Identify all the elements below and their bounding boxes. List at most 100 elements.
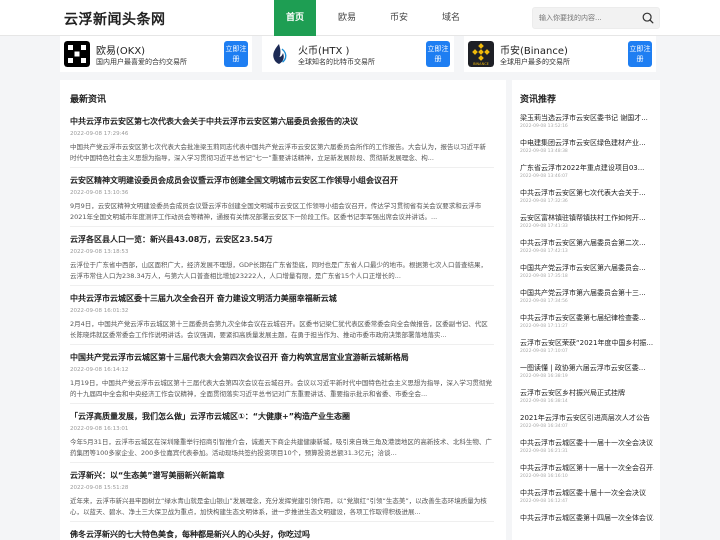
recommended-item: 中国共产党云浮市云安区第六届委员会... 2022-09-08 17:35:18 (520, 263, 654, 281)
search-icon[interactable] (641, 11, 655, 25)
recommended-item: 中共云浮市云城区委十一届十一次全会决议 2022-09-08 16:21:31 (520, 438, 654, 456)
divider (70, 462, 494, 463)
recommended-item: 梁玉莉当选云浮市云安区委书记 谢国才... 2022-09-08 13:52:1… (520, 113, 654, 131)
recommended-date: 2022-09-08 17:35:18 (520, 274, 568, 279)
recommended-item: 云浮市云安区乡村振兴局正式挂牌 2022-09-08 16:38:14 (520, 388, 654, 406)
divider (70, 344, 494, 345)
recommended-item: 中共云浮市云城区委第十四届一次全体会议... (520, 513, 654, 531)
article-summary: 近年来，云浮市新兴县牢固树立“绿水青山就是金山银山”发展理念，充分发挥党建引领作… (70, 497, 487, 516)
recommended-title[interactable]: 一图读懂 | 政协第六届云浮市云安区委... (520, 363, 654, 373)
nav-item-domain[interactable]: 域名 (430, 0, 472, 36)
article-title[interactable]: 中共云浮市云城区委十三届九次全会召开 奋力建设文明活力美丽幸福新云城 (70, 293, 492, 305)
recommended-date: 2022-09-08 17:34:56 (520, 299, 568, 304)
top-header: 云浮新闻头条网 首页 欧易 币安 域名 (0, 0, 720, 36)
recommended-date: 2022-09-08 17:41:33 (520, 224, 568, 229)
search-box (532, 7, 660, 29)
recommended-item: 中国共产党云浮市第六届委员会第十三... 2022-09-08 17:34:56 (520, 288, 654, 306)
article-summary: 2月4日，中国共产党云浮市云城区第十三届委员会第九次全体会议在云城召开。区委书记… (70, 320, 488, 339)
recommended-date: 2022-09-08 16:16:10 (520, 474, 568, 479)
recommended-title[interactable]: 云浮市云安区乡村振兴局正式挂牌 (520, 388, 654, 398)
recommended-date (520, 524, 654, 531)
article-title[interactable]: 云浮各区县人口一览：新兴县43.08万，云安区23.54万 (70, 234, 492, 246)
recommended-item: 中共云浮市云安区第六届委员会第二次... 2022-09-08 17:42:13 (520, 238, 654, 256)
article-summary: 中国共产党云浮市云安区第七次代表大会批准梁玉莉同志代表中国共产党云浮市云安区第六… (70, 143, 486, 162)
divider (70, 403, 494, 404)
exchange-name: 币安(Binance) (500, 46, 568, 57)
main-nav: 首页 欧易 币安 域名 (274, 0, 482, 36)
article-item: 云浮各区县人口一览：新兴县43.08万，云安区23.54万 2022-09-08… (70, 234, 492, 282)
recommended-title[interactable]: 中共云浮市云安区第七次代表大会关于... (520, 188, 654, 198)
recommended-date: 2022-09-08 17:11:27 (520, 324, 568, 329)
register-button[interactable]: 立即注册 (426, 41, 450, 67)
recommended-title[interactable]: 2021年云浮市云安区引进高层次人才公告 (520, 413, 654, 423)
article-date: 2022-09-08 15:51:28 (70, 485, 129, 491)
recommended-date: 2022-09-08 17:32:36 (520, 199, 568, 204)
recommended-date: 2022-09-08 16:38:14 (520, 399, 568, 404)
okx-logo-icon (64, 41, 90, 67)
site-logo[interactable]: 云浮新闻头条网 (64, 9, 166, 29)
recommended-title[interactable]: 中共云浮市云城区委十一届十一次全会决议 (520, 438, 654, 448)
exchange-desc: 国内用户最喜爱的合约交易所 (96, 58, 187, 66)
nav-item-binance[interactable]: 币安 (378, 0, 420, 36)
article-title[interactable]: 中国共产党云浮市云城区第十三届代表大会第四次会议召开 奋力构筑宜居宜业宜游新云城… (70, 352, 492, 364)
article-title[interactable]: 云安区精神文明建设委员会成员会议暨云浮市创建全国文明城市云安区工作领导小组会议召… (70, 175, 492, 187)
recommended-title[interactable]: 中共云浮市云城区委十届十一次全会决议 (520, 488, 654, 498)
divider (70, 521, 494, 522)
article-summary: 9月9日，云安区精神文明建设委员会成员会议暨云浮市创建全国文明城市云安区工作领导… (70, 202, 482, 221)
divider (70, 167, 494, 168)
article-title[interactable]: 中共云浮市云安区第七次代表大会关于中共云浮市云安区第六届委员会报告的决议 (70, 116, 492, 128)
article-title[interactable]: 云浮新兴：以“生态美”谱写美丽新兴新篇章 (70, 470, 492, 482)
article-summary: 今年5月31日，云浮市云城区在深圳隆重举行招商引智推介会，诚邀天下商企共建健康新… (70, 438, 492, 457)
recommended-item: 云浮市云安区荣获“2021年度中国乡村振... 2022-09-08 17:10… (520, 338, 654, 356)
recommended-item: 中共云浮市云城区委十届十一次全会决议 2022-09-08 16:12:47 (520, 488, 654, 506)
divider (70, 285, 494, 286)
recommended-title[interactable]: 广东省云浮市2022年重点建设项目03... (520, 163, 654, 173)
recommended-title[interactable]: 中共云浮市云城区委第十四届一次全体会议... (520, 513, 654, 523)
exchange-card-htx[interactable]: 火币(HTX ) 全球知名的比特币交易所 立即注册 (262, 36, 454, 72)
article-title[interactable]: 佛冬云浮新兴的七大特色美食，每种都是新兴人的心头好，你吃过吗 (70, 529, 492, 540)
recommended-panel: 资讯推荐 梁玉莉当选云浮市云安区委书记 谢国才... 2022-09-08 13… (512, 80, 660, 540)
nav-item-home[interactable]: 首页 (274, 0, 317, 36)
nav-item-okx[interactable]: 欧易 (326, 0, 368, 36)
article-date: 2022-09-08 17:29:46 (70, 131, 129, 137)
recommended-title[interactable]: 中国共产党云浮市云安区第六届委员会... (520, 263, 654, 273)
exchange-name: 欧易(OKX) (96, 46, 146, 57)
exchange-card-okx[interactable]: 欧易(OKX) 国内用户最喜爱的合约交易所 立即注册 (60, 36, 252, 72)
article-item: 中共云浮市云安区第七次代表大会关于中共云浮市云安区第六届委员会报告的决议 202… (70, 116, 492, 164)
exchange-name: 火币(HTX ) (298, 46, 350, 57)
recommended-date: 2022-09-08 16:34:07 (520, 424, 568, 429)
article-summary: 云浮位于广东省中西部，山区面积广大，经济发展不理想，GDP长期在广东省垫底，同时… (70, 261, 487, 280)
binance-logo-text: BINANCE (473, 62, 489, 66)
article-item: 中国共产党云浮市云城区第十三届代表大会第四次会议召开 奋力构筑宜居宜业宜游新云城… (70, 352, 492, 400)
binance-logo-icon: BINANCE (468, 41, 494, 67)
recommended-title[interactable]: 中共云浮市云安区委第七届纪律检查委... (520, 313, 654, 323)
article-date: 2022-09-08 13:10:36 (70, 190, 129, 196)
recommended-title[interactable]: 中国共产党云浮市第六届委员会第十三... (520, 288, 654, 298)
recommended-title[interactable]: 梁玉莉当选云浮市云安区委书记 谢国才... (520, 113, 654, 123)
search-input[interactable] (539, 11, 639, 25)
register-button[interactable]: 立即注册 (628, 41, 652, 67)
exchange-card-binance[interactable]: BINANCE 币安(Binance) 全球用户最多的交易所 立即注册 (464, 36, 656, 72)
recommended-title[interactable]: 中共云浮市云城区第十一届十一次全会召开... (520, 463, 654, 473)
article-date: 2022-09-08 13:18:53 (70, 249, 129, 255)
article-date: 2022-09-08 16:14:12 (70, 367, 129, 373)
article-title[interactable]: 「云浮高质量发展，我们怎么做」云浮市云城区①：“大健康+”构造产业生态圈 (70, 411, 492, 423)
recommended-title[interactable]: 中共云浮市云安区第六届委员会第二次... (520, 238, 654, 248)
recommended-title[interactable]: 中电建集团云浮市云安区绿色建材产业... (520, 138, 654, 148)
recommended-item: 2021年云浮市云安区引进高层次人才公告 2022-09-08 16:34:07 (520, 413, 654, 431)
article-summary: 1月19日，中国共产党云浮市云城区第十三届代表大会第四次会议在云城召开。会议以习… (70, 379, 492, 398)
section-title: 最新资讯 (70, 95, 107, 105)
recommended-title[interactable]: 云安区富林镇驻镇帮镇扶村工作如何开... (520, 213, 654, 223)
recommended-date: 2022-09-08 17:10:07 (520, 349, 568, 354)
exchange-desc: 全球用户最多的交易所 (500, 58, 570, 66)
recommended-date: 2022-09-08 17:42:13 (520, 249, 568, 254)
recommended-item: 中共云浮市云安区委第七届纪律检查委... 2022-09-08 17:11:27 (520, 313, 654, 331)
recommended-item: 中电建集团云浮市云安区绿色建材产业... 2022-09-08 13:48:38 (520, 138, 654, 156)
article-date: 2022-09-08 16:01:32 (70, 308, 129, 314)
htx-logo-icon (266, 41, 292, 67)
latest-news-panel: 最新资讯 中共云浮市云安区第七次代表大会关于中共云浮市云安区第六届委员会报告的决… (60, 80, 506, 540)
recommended-date: 2022-09-08 16:21:31 (520, 449, 568, 454)
register-button[interactable]: 立即注册 (224, 41, 248, 67)
recommended-title[interactable]: 云浮市云安区荣获“2021年度中国乡村振... (520, 338, 654, 348)
article-item: 云浮新兴：以“生态美”谱写美丽新兴新篇章 2022-09-08 15:51:28… (70, 470, 492, 518)
